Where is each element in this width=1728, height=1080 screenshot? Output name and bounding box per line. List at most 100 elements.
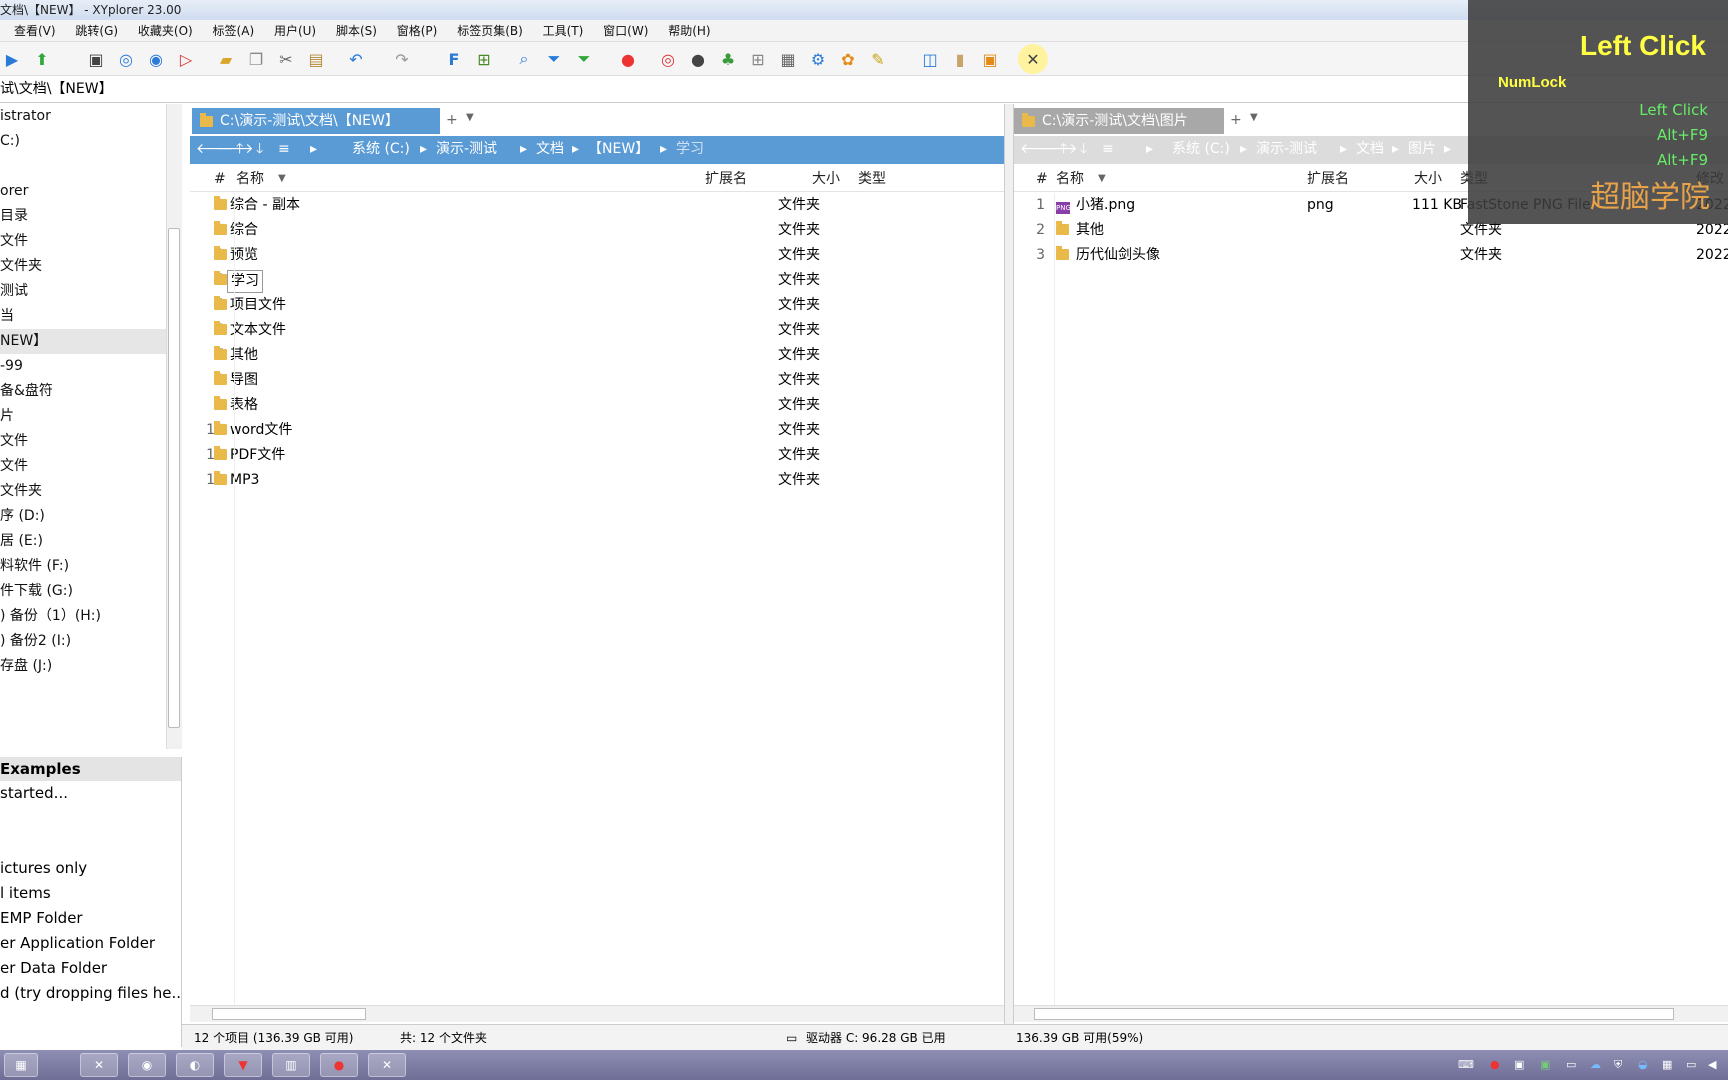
tray-display-icon[interactable]: ▭ (1686, 1058, 1696, 1071)
menu-tags[interactable]: 标签(A) (213, 24, 255, 38)
table-row[interactable]: 2综合文件夹 (190, 218, 1005, 243)
table-row[interactable]: 8导图文件夹 (190, 368, 1005, 393)
right-hscrollbar[interactable] (1014, 1005, 1728, 1022)
tree-item[interactable]: 文件夹 (0, 254, 181, 279)
up-arrow-icon[interactable]: 🡑 (236, 136, 243, 162)
cut-icon[interactable]: ✂ (274, 47, 298, 71)
start-icon[interactable]: ▦ (4, 1053, 38, 1077)
col-ext[interactable]: 扩展名 (1307, 166, 1349, 192)
forward-icon[interactable]: ▶ (0, 47, 24, 71)
catalog-item[interactable]: d (try dropping files he... (0, 981, 181, 1006)
tree-item[interactable]: 备&盘符 (0, 379, 181, 404)
table-row[interactable]: 5项目文件文件夹 (190, 293, 1005, 318)
crumb-pictures[interactable]: 图片 (1408, 136, 1436, 162)
catalog-item[interactable] (0, 806, 181, 831)
down-arrow-icon[interactable]: 🡓 (256, 136, 263, 162)
undo-icon[interactable]: ↶ (344, 47, 368, 71)
tree-icon[interactable]: ♣ (716, 47, 740, 71)
brush-icon[interactable]: ✎ (866, 47, 890, 71)
col-name[interactable]: 名称 (1056, 166, 1084, 192)
dual-pane-icon[interactable]: ◫ (918, 47, 942, 71)
tree-item[interactable]: 存盘 (J:) (0, 654, 181, 679)
menu-goto[interactable]: 跳转(G) (75, 24, 118, 38)
tree-item[interactable] (0, 154, 181, 179)
table-row[interactable]: 4学习文件夹 (190, 268, 1005, 293)
left-file-list[interactable]: 1综合 - 副本文件夹2综合文件夹3预览文件夹4学习文件夹5项目文件文件夹6文本… (190, 193, 1005, 1005)
gear-icon[interactable]: ⚙ (806, 47, 830, 71)
tray-grid-icon[interactable]: ▦ (1662, 1058, 1672, 1071)
crumb-study[interactable]: 学习 (676, 136, 704, 162)
tree-item[interactable]: 文件 (0, 429, 181, 454)
file-name[interactable]: 项目文件 (230, 293, 286, 318)
up-arrow-icon[interactable]: 🡑 (1060, 136, 1067, 162)
computer-icon[interactable]: ▣ (84, 47, 108, 71)
col-num[interactable]: # (1036, 166, 1048, 192)
tree-scroll-thumb[interactable] (168, 228, 180, 728)
pane-splitter[interactable] (1004, 104, 1014, 1024)
tree-item[interactable]: 片 (0, 404, 181, 429)
menu-window[interactable]: 窗口(W) (603, 24, 648, 38)
find-files-icon[interactable]: F (442, 47, 466, 71)
right-hscroll-thumb[interactable] (1034, 1008, 1674, 1020)
catalog-item[interactable]: ictures only (0, 856, 181, 881)
col-type[interactable]: 类型 (858, 166, 886, 192)
file-name[interactable]: 文本文件 (230, 318, 286, 343)
col-ext[interactable]: 扩展名 (705, 166, 747, 192)
menu-scripting[interactable]: 脚本(S) (336, 24, 377, 38)
menu-user[interactable]: 用户(U) (274, 24, 316, 38)
forward-arrow-icon[interactable]: 🡒 (216, 136, 254, 162)
calendar-icon[interactable]: ▦ (776, 47, 800, 71)
tree-item[interactable]: 序 (D:) (0, 504, 181, 529)
tree-item[interactable]: 当 (0, 304, 181, 329)
right-tab-active[interactable]: C:\演示-测试\文档\图片 (1014, 108, 1224, 134)
xyplorer-task-icon[interactable]: ✕ (80, 1053, 118, 1077)
file-name[interactable]: 其他 (1076, 218, 1104, 243)
catalog-item[interactable]: l items (0, 881, 181, 906)
left-hscrollbar[interactable] (190, 1005, 1004, 1022)
preview-pane-icon[interactable]: ▮ (948, 47, 972, 71)
vivaldi-icon[interactable]: ▼ (224, 1053, 262, 1077)
tree-item[interactable]: 目录 (0, 204, 181, 229)
search-circle-icon[interactable]: ◉ (144, 47, 168, 71)
file-name[interactable]: PDF文件 (230, 443, 285, 468)
tree-item[interactable]: istrator (0, 104, 181, 129)
tree-item[interactable]: C:) (0, 129, 181, 154)
table-row[interactable]: 10word文件文件夹 (190, 418, 1005, 443)
col-size[interactable]: 大小 (1414, 166, 1442, 192)
spiral-icon[interactable]: ◎ (656, 47, 680, 71)
crumb-new[interactable]: 【NEW】 (588, 136, 649, 162)
tab-list-icon[interactable]: ▼ (1250, 112, 1258, 123)
up-icon[interactable]: ⬆ (30, 47, 54, 71)
branch-icon[interactable]: ⊞ (472, 47, 496, 71)
catalog-item[interactable]: EMP Folder (0, 906, 181, 931)
file-name[interactable]: 历代仙剑头像 (1076, 243, 1160, 268)
tree-item[interactable]: NEW】 (0, 329, 181, 354)
tray-cloud-icon[interactable]: ☁ (1590, 1058, 1601, 1071)
grid-icon[interactable]: ⊞ (746, 47, 770, 71)
tray-nvidia-icon[interactable]: ▣ (1540, 1058, 1550, 1071)
file-name[interactable]: 学习 (227, 270, 263, 293)
menu-lines-icon[interactable]: ≡ (278, 136, 290, 162)
color-filter-icon[interactable]: ● (616, 47, 640, 71)
col-name[interactable]: 名称 (236, 166, 264, 192)
add-tab-icon[interactable]: + (1230, 112, 1242, 128)
crumb-system[interactable]: 系统 (C:) (352, 136, 410, 162)
catalog-item[interactable]: er Application Folder (0, 931, 181, 956)
menu-lines-icon[interactable]: ≡ (1102, 136, 1114, 162)
tree-item[interactable]: ) 备份2 (I:) (0, 629, 181, 654)
browser-icon[interactable]: ◐ (176, 1053, 214, 1077)
left-tab-active[interactable]: C:\演示-测试\文档\【NEW】 (192, 108, 440, 134)
tree-item[interactable]: ) 备份（1）(H:) (0, 604, 181, 629)
crumb-demo[interactable]: 演示-测试 (1256, 136, 1317, 162)
tray-record-icon[interactable]: ● (1490, 1058, 1500, 1071)
tree-item[interactable]: 文件 (0, 229, 181, 254)
down-arrow-icon[interactable]: 🡓 (1080, 136, 1087, 162)
catalog-item[interactable]: started... (0, 781, 181, 806)
crumb-demo[interactable]: 演示-测试 (436, 136, 497, 162)
file-name[interactable]: 小猪.png (1076, 193, 1135, 218)
menu-tools[interactable]: 工具(T) (543, 24, 584, 38)
search-icon[interactable]: ⌕ (512, 47, 536, 71)
catalog-item[interactable] (0, 831, 181, 856)
forward-arrow-icon[interactable]: 🡒 (1040, 136, 1078, 162)
new-folder-icon[interactable]: ▰ (214, 47, 238, 71)
